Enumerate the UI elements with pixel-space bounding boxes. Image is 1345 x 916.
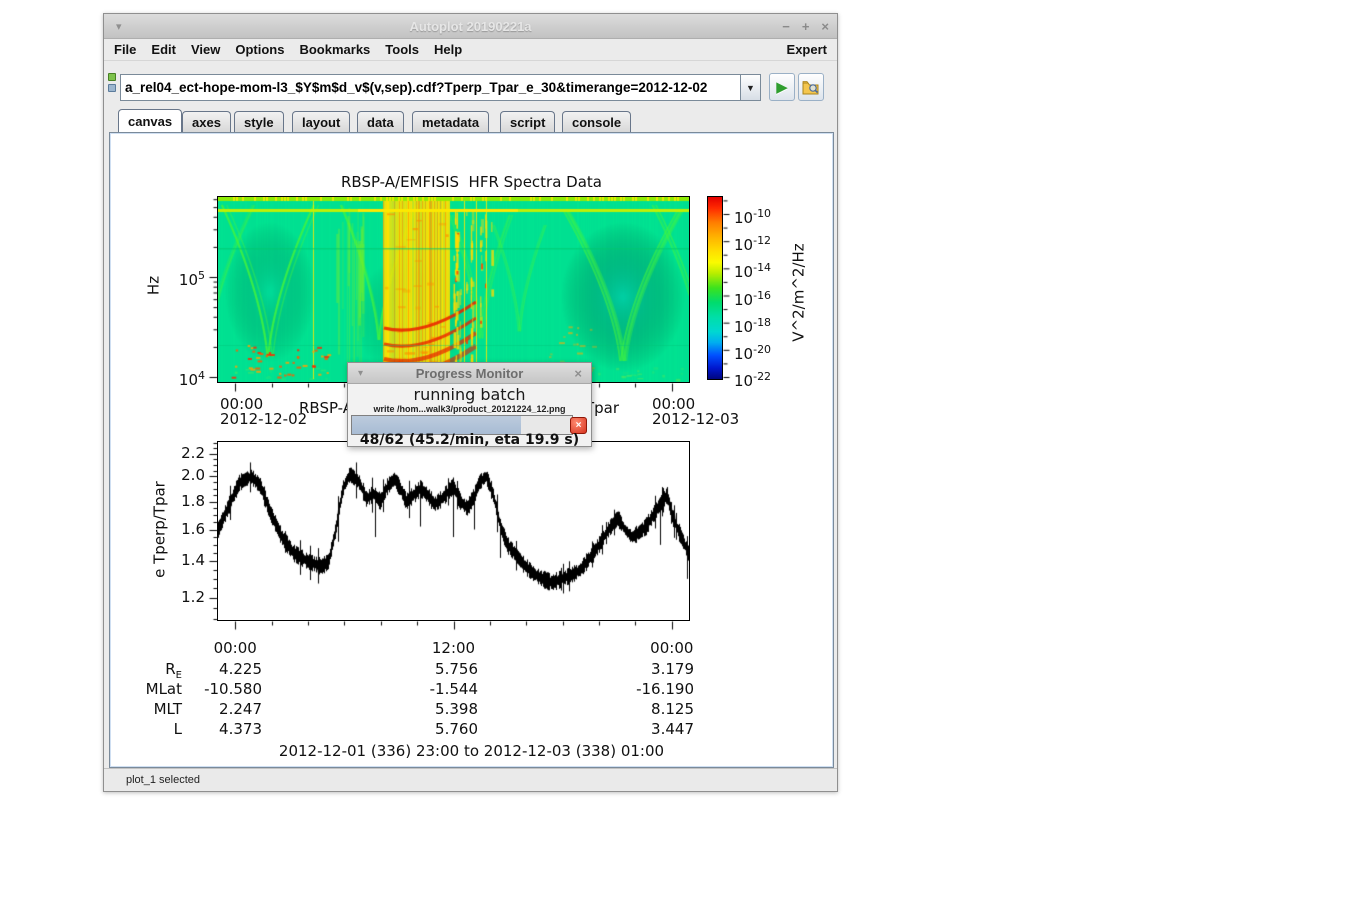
tab-layout[interactable]: layout	[292, 111, 350, 132]
maximize-button[interactable]: +	[802, 19, 810, 34]
menu-bar: File Edit View Options Bookmarks Tools H…	[104, 39, 837, 61]
lineplot-ytick-label: 1.4	[135, 552, 205, 569]
folder-search-icon	[802, 80, 820, 95]
progress-detail-label: write /hom...walk3/product_20121224_12.p…	[348, 404, 591, 414]
ephemeris-value: 3.447	[604, 721, 694, 738]
screen: ▾ Autoplot 20190221a − + × File Edit Vie…	[0, 0, 1345, 916]
progress-dialog-title: Progress Monitor	[348, 366, 591, 381]
colorbar-tick-label: 10-22	[734, 368, 771, 390]
progress-dialog-titlebar[interactable]: ▾ Progress Monitor ×	[348, 363, 591, 384]
data-source-icon[interactable]	[108, 73, 116, 81]
plot-area[interactable]: RBSP-A/EMFISIS HFR Spectra DataHz1051040…	[112, 135, 831, 765]
lineplot-ytick-label: 1.8	[135, 493, 205, 510]
uri-input[interactable]	[121, 75, 740, 100]
lineplot-frame	[217, 441, 690, 621]
menu-bookmarks[interactable]: Bookmarks	[299, 42, 370, 57]
ephemeris-value: 5.398	[388, 701, 478, 718]
spectrogram-ytick-label: 105	[135, 267, 205, 289]
progress-task-label: running batch	[348, 385, 591, 404]
tab-style[interactable]: style	[234, 111, 284, 132]
uri-dropdown-button[interactable]: ▼	[740, 74, 761, 101]
lineplot-xtick-label: 00:00	[195, 640, 275, 657]
address-row: ▼ ▶	[104, 61, 837, 109]
menu-help[interactable]: Help	[434, 42, 462, 57]
minimize-button[interactable]: −	[782, 19, 790, 34]
time-range-footer: 2012-12-01 (336) 23:00 to 2012-12-03 (33…	[112, 743, 831, 760]
lineplot[interactable]	[218, 442, 689, 620]
colorbar-tick-label: 10-10	[734, 205, 771, 227]
window-title: Autoplot 20190221a	[104, 19, 837, 34]
tab-script[interactable]: script	[500, 111, 555, 132]
spectrogram-xtick-date: 2012-12-02	[220, 411, 307, 428]
dialog-shade-icon[interactable]: ▾	[358, 368, 363, 379]
expert-mode-label[interactable]: Expert	[787, 42, 827, 57]
tab-canvas[interactable]: canvas	[118, 109, 182, 132]
close-button[interactable]: ×	[821, 19, 829, 34]
data-layer-icon[interactable]	[108, 84, 116, 92]
ephemeris-value: 4.225	[172, 661, 262, 678]
dialog-close-icon[interactable]: ×	[574, 366, 582, 381]
ephemeris-value: 5.756	[388, 661, 478, 678]
lineplot-title-fragment: RBSP-A	[299, 400, 353, 417]
colorbar-tick-label: 10-20	[734, 341, 771, 363]
colorbar-tick-label: 10-14	[734, 259, 771, 281]
ephemeris-value: -1.544	[388, 681, 478, 698]
lineplot-ytick-label: 2.0	[135, 467, 205, 484]
progress-count-label: 48/62 (45.2/min, eta 19.9 s)	[348, 432, 591, 448]
window-titlebar[interactable]: ▾ Autoplot 20190221a − + ×	[104, 14, 837, 39]
colorbar-frame	[707, 196, 723, 380]
tab-metadata[interactable]: metadata	[412, 111, 489, 132]
lineplot-ytick-label: 1.2	[135, 589, 205, 606]
colorbar-unit-label: V^2/m^2/Hz	[791, 223, 808, 363]
lineplot-ytick-label: 2.2	[135, 445, 205, 462]
lineplot-xtick-label: 12:00	[414, 640, 494, 657]
ephemeris-value: 4.373	[172, 721, 262, 738]
uri-combobox	[120, 74, 741, 101]
spectrogram-frame	[217, 196, 690, 383]
menu-view[interactable]: View	[191, 42, 220, 57]
lineplot-xtick-label: 00:00	[632, 640, 712, 657]
colorbar	[708, 197, 722, 379]
spectrogram-xtick-date: 2012-12-03	[652, 411, 739, 428]
ephemeris-value: -16.190	[604, 681, 694, 698]
ephemeris-value: 8.125	[604, 701, 694, 718]
go-button[interactable]: ▶	[769, 73, 795, 101]
plot-canvas-panel: RBSP-A/EMFISIS HFR Spectra DataHz1051040…	[109, 132, 834, 768]
ephemeris-value: -10.580	[172, 681, 262, 698]
menu-file[interactable]: File	[114, 42, 136, 57]
tab-bar: canvas axes style layout data metadata s…	[104, 109, 837, 132]
lineplot-ytick-label: 1.6	[135, 521, 205, 538]
status-text: plot_1 selected	[126, 774, 200, 786]
status-bar: plot_1 selected	[104, 768, 837, 791]
tab-data[interactable]: data	[357, 111, 404, 132]
progress-monitor-dialog: ▾ Progress Monitor × running batch write…	[347, 362, 592, 447]
colorbar-tick-label: 10-16	[734, 287, 771, 309]
tab-axes[interactable]: axes	[182, 111, 231, 132]
spectrogram-title: RBSP-A/EMFISIS HFR Spectra Data	[112, 174, 831, 191]
ephemeris-value: 3.179	[604, 661, 694, 678]
play-icon: ▶	[776, 78, 788, 96]
ephemeris-value: 5.760	[388, 721, 478, 738]
menu-options[interactable]: Options	[235, 42, 284, 57]
inspect-uri-button[interactable]	[798, 73, 824, 101]
tab-console[interactable]: console	[562, 111, 631, 132]
menu-tools[interactable]: Tools	[385, 42, 419, 57]
spectrogram-plot[interactable]	[218, 197, 689, 382]
spectrogram-ytick-label: 104	[135, 367, 205, 389]
window-shade-icon[interactable]: ▾	[116, 20, 122, 33]
colorbar-tick-label: 10-12	[734, 232, 771, 254]
colorbar-tick-label: 10-18	[734, 314, 771, 336]
menu-edit[interactable]: Edit	[151, 42, 176, 57]
ephemeris-value: 2.247	[172, 701, 262, 718]
